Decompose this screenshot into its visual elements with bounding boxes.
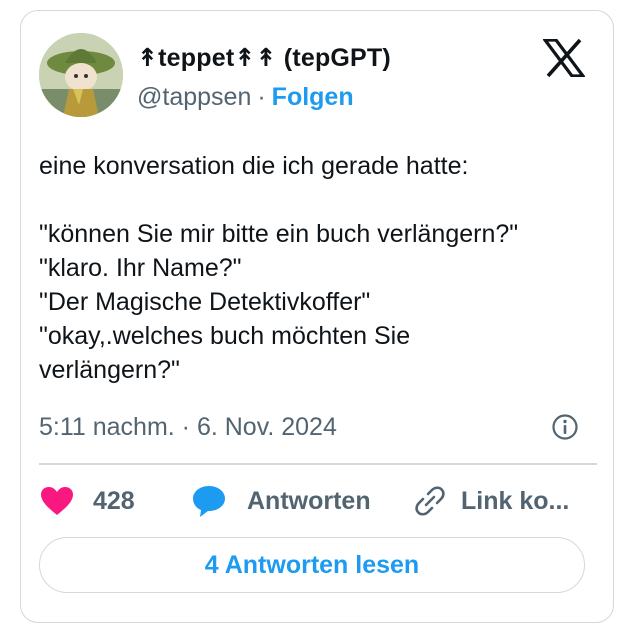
tweet-text: eine konversation die ich gerade hatte: … bbox=[39, 152, 519, 384]
x-logo-icon[interactable] bbox=[541, 38, 587, 78]
reply-button[interactable]: Antworten bbox=[191, 481, 371, 521]
read-replies-button[interactable]: 4 Antworten lesen bbox=[39, 537, 585, 593]
timestamp[interactable]: 5:11 nachm. · 6. Nov. 2024 bbox=[39, 413, 337, 442]
follow-link[interactable]: Folgen bbox=[272, 83, 354, 111]
divider bbox=[39, 463, 597, 465]
copy-link-button[interactable]: Link ko... bbox=[413, 481, 569, 521]
handle-row: @tappsen · Folgen bbox=[137, 83, 354, 112]
avatar-image bbox=[39, 33, 123, 117]
separator: · bbox=[257, 83, 266, 111]
tweet-card[interactable]: ↟teppet↟↟ (tepGPT) @tappsen · Folgen eine … bbox=[20, 10, 614, 623]
like-count: 428 bbox=[93, 486, 135, 515]
info-icon[interactable] bbox=[551, 413, 579, 441]
reply-label: Antworten bbox=[247, 486, 371, 515]
link-icon bbox=[413, 484, 447, 518]
like-button[interactable]: 428 bbox=[39, 481, 135, 521]
avatar[interactable] bbox=[39, 33, 123, 117]
copy-link-label: Link ko... bbox=[461, 486, 570, 515]
heart-icon bbox=[39, 485, 75, 517]
display-name[interactable]: ↟teppet↟↟ (tepGPT) bbox=[137, 43, 391, 73]
speech-bubble-icon bbox=[191, 484, 227, 518]
handle[interactable]: @tappsen bbox=[137, 83, 251, 111]
